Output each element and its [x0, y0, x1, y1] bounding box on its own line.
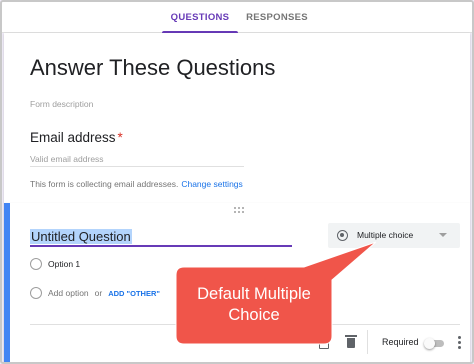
- add-other-button[interactable]: ADD "OTHER": [108, 289, 160, 298]
- email-question-label: Email address *: [30, 130, 123, 145]
- add-option-button[interactable]: Add option: [48, 288, 89, 298]
- forms-editor: QUESTIONS RESPONSES Answer These Questio…: [0, 0, 474, 364]
- question-type-label: Multiple choice: [357, 230, 414, 240]
- editor-tabs: QUESTIONS RESPONSES: [2, 2, 472, 34]
- required-toggle[interactable]: [424, 338, 444, 349]
- question-title-text: Untitled Question: [30, 229, 132, 244]
- form-description-field[interactable]: Form description: [30, 99, 93, 109]
- more-options-icon[interactable]: [458, 336, 462, 350]
- required-label: Required: [382, 337, 419, 347]
- duplicate-icon[interactable]: [319, 337, 329, 349]
- email-field: Valid email address: [30, 151, 244, 167]
- callout-text: Default Multiple Choice: [180, 284, 328, 326]
- required-asterisk: *: [117, 130, 123, 145]
- callout-line-1: Default Multiple: [197, 285, 311, 303]
- toggle-thumb: [424, 338, 435, 349]
- question-type-dropdown[interactable]: Multiple choice: [328, 223, 460, 248]
- option-radio-icon: [30, 258, 42, 270]
- chevron-down-icon: [439, 233, 447, 237]
- footer-separator: [367, 330, 368, 354]
- radio-button-icon: [337, 230, 348, 241]
- add-option-line: Add option or ADD "OTHER": [48, 288, 160, 298]
- collect-note-text: This form is collecting email addresses.: [30, 179, 179, 189]
- delete-icon[interactable]: [344, 334, 358, 350]
- tab-responses[interactable]: RESPONSES: [242, 2, 312, 33]
- or-text: or: [94, 288, 103, 298]
- form-header-card: Answer These Questions Form description …: [4, 33, 470, 203]
- option-label[interactable]: Option 1: [48, 259, 80, 269]
- callout-line-2: Choice: [228, 306, 280, 324]
- email-label-text: Email address: [30, 130, 116, 145]
- form-title[interactable]: Answer These Questions: [30, 55, 275, 81]
- drag-handle-icon[interactable]: [234, 207, 248, 215]
- tab-questions[interactable]: QUESTIONS: [162, 2, 238, 34]
- question-title-input[interactable]: Untitled Question: [30, 229, 292, 247]
- change-settings-link[interactable]: Change settings: [181, 179, 242, 189]
- email-collection-note: This form is collecting email addresses.…: [30, 179, 243, 189]
- option-radio-icon: [30, 287, 42, 299]
